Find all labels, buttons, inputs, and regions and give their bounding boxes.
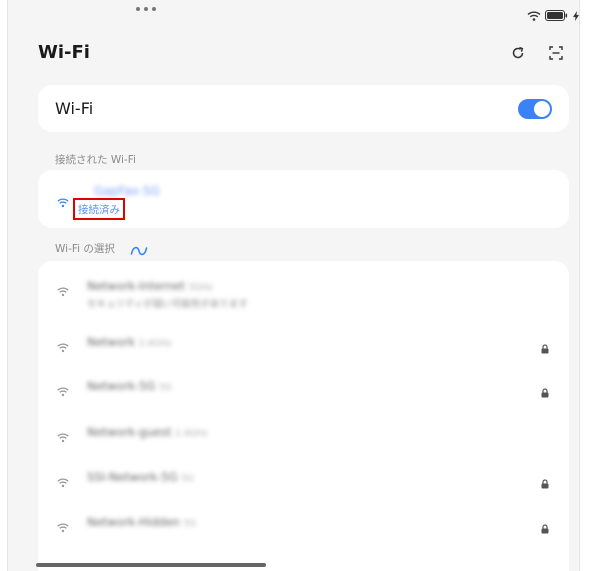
connected-section-label: 接続された Wi-Fi <box>55 154 136 166</box>
wifi-signal-icon <box>57 338 69 357</box>
loading-spinner-icon <box>130 242 148 261</box>
network-row[interactable]: Network 2.4GHz <box>38 335 569 355</box>
wifi-signal-icon <box>57 382 69 401</box>
network-row[interactable]: Network-guest 2.4GHz <box>38 425 569 445</box>
lock-icon <box>541 339 549 358</box>
scan-icon[interactable] <box>547 44 565 62</box>
network-name: Network-guest 2.4GHz <box>87 425 208 439</box>
settings-screen: Wi-Fi Wi-Fi 接続された Wi-Fi GapFax-5G 接続済み W… <box>7 0 580 571</box>
refresh-icon[interactable] <box>509 44 527 62</box>
wifi-signal-icon <box>57 428 69 447</box>
connected-network-name: GapFax-5G <box>94 184 160 198</box>
network-row[interactable]: Network-5G 5G <box>38 379 569 399</box>
battery-icon <box>545 6 569 25</box>
network-name: Network-Hidden 5G <box>87 515 197 529</box>
status-highlight-box: 接続済み <box>73 198 125 220</box>
select-section-label: Wi-Fi の選択 <box>55 243 115 255</box>
wifi-signal-icon <box>57 282 69 301</box>
page-title: Wi-Fi <box>38 42 90 63</box>
network-row[interactable]: SSI-Network-5G 5G <box>38 470 569 490</box>
home-indicator[interactable] <box>36 563 266 567</box>
header-actions <box>509 44 565 62</box>
status-bar <box>527 6 579 25</box>
lock-icon <box>541 519 549 538</box>
network-name: SSI-Network-5G 5G <box>87 470 194 484</box>
wifi-toggle-card: Wi-Fi <box>38 85 569 132</box>
network-list: Network-Internet 5GHz セキュリティが弱い可能性があります … <box>38 261 569 571</box>
network-name: Network-Internet 5GHz <box>87 279 213 293</box>
wifi-signal-icon <box>57 473 69 492</box>
multitask-dots[interactable] <box>136 7 156 11</box>
network-name: Network 2.4GHz <box>87 335 172 349</box>
network-row[interactable]: Network-Internet 5GHz セキュリティが弱い可能性があります <box>38 279 569 310</box>
connected-network-card[interactable]: GapFax-5G 接続済み <box>38 170 569 228</box>
network-name: Network-5G 5G <box>87 379 172 393</box>
lock-icon <box>541 474 549 493</box>
wifi-status-icon <box>527 6 541 25</box>
network-row[interactable]: Network-Hidden 5G <box>38 515 569 535</box>
lock-icon <box>541 383 549 402</box>
connection-status: 接続済み <box>78 203 120 216</box>
wifi-signal-icon <box>57 518 69 537</box>
charging-icon <box>573 6 579 25</box>
wifi-toggle-label: Wi-Fi <box>55 99 94 118</box>
network-subtitle: セキュリティが弱い可能性があります <box>87 299 248 310</box>
wifi-signal-icon <box>57 193 69 212</box>
switch-knob <box>534 100 550 117</box>
wifi-toggle-switch[interactable] <box>518 98 552 119</box>
